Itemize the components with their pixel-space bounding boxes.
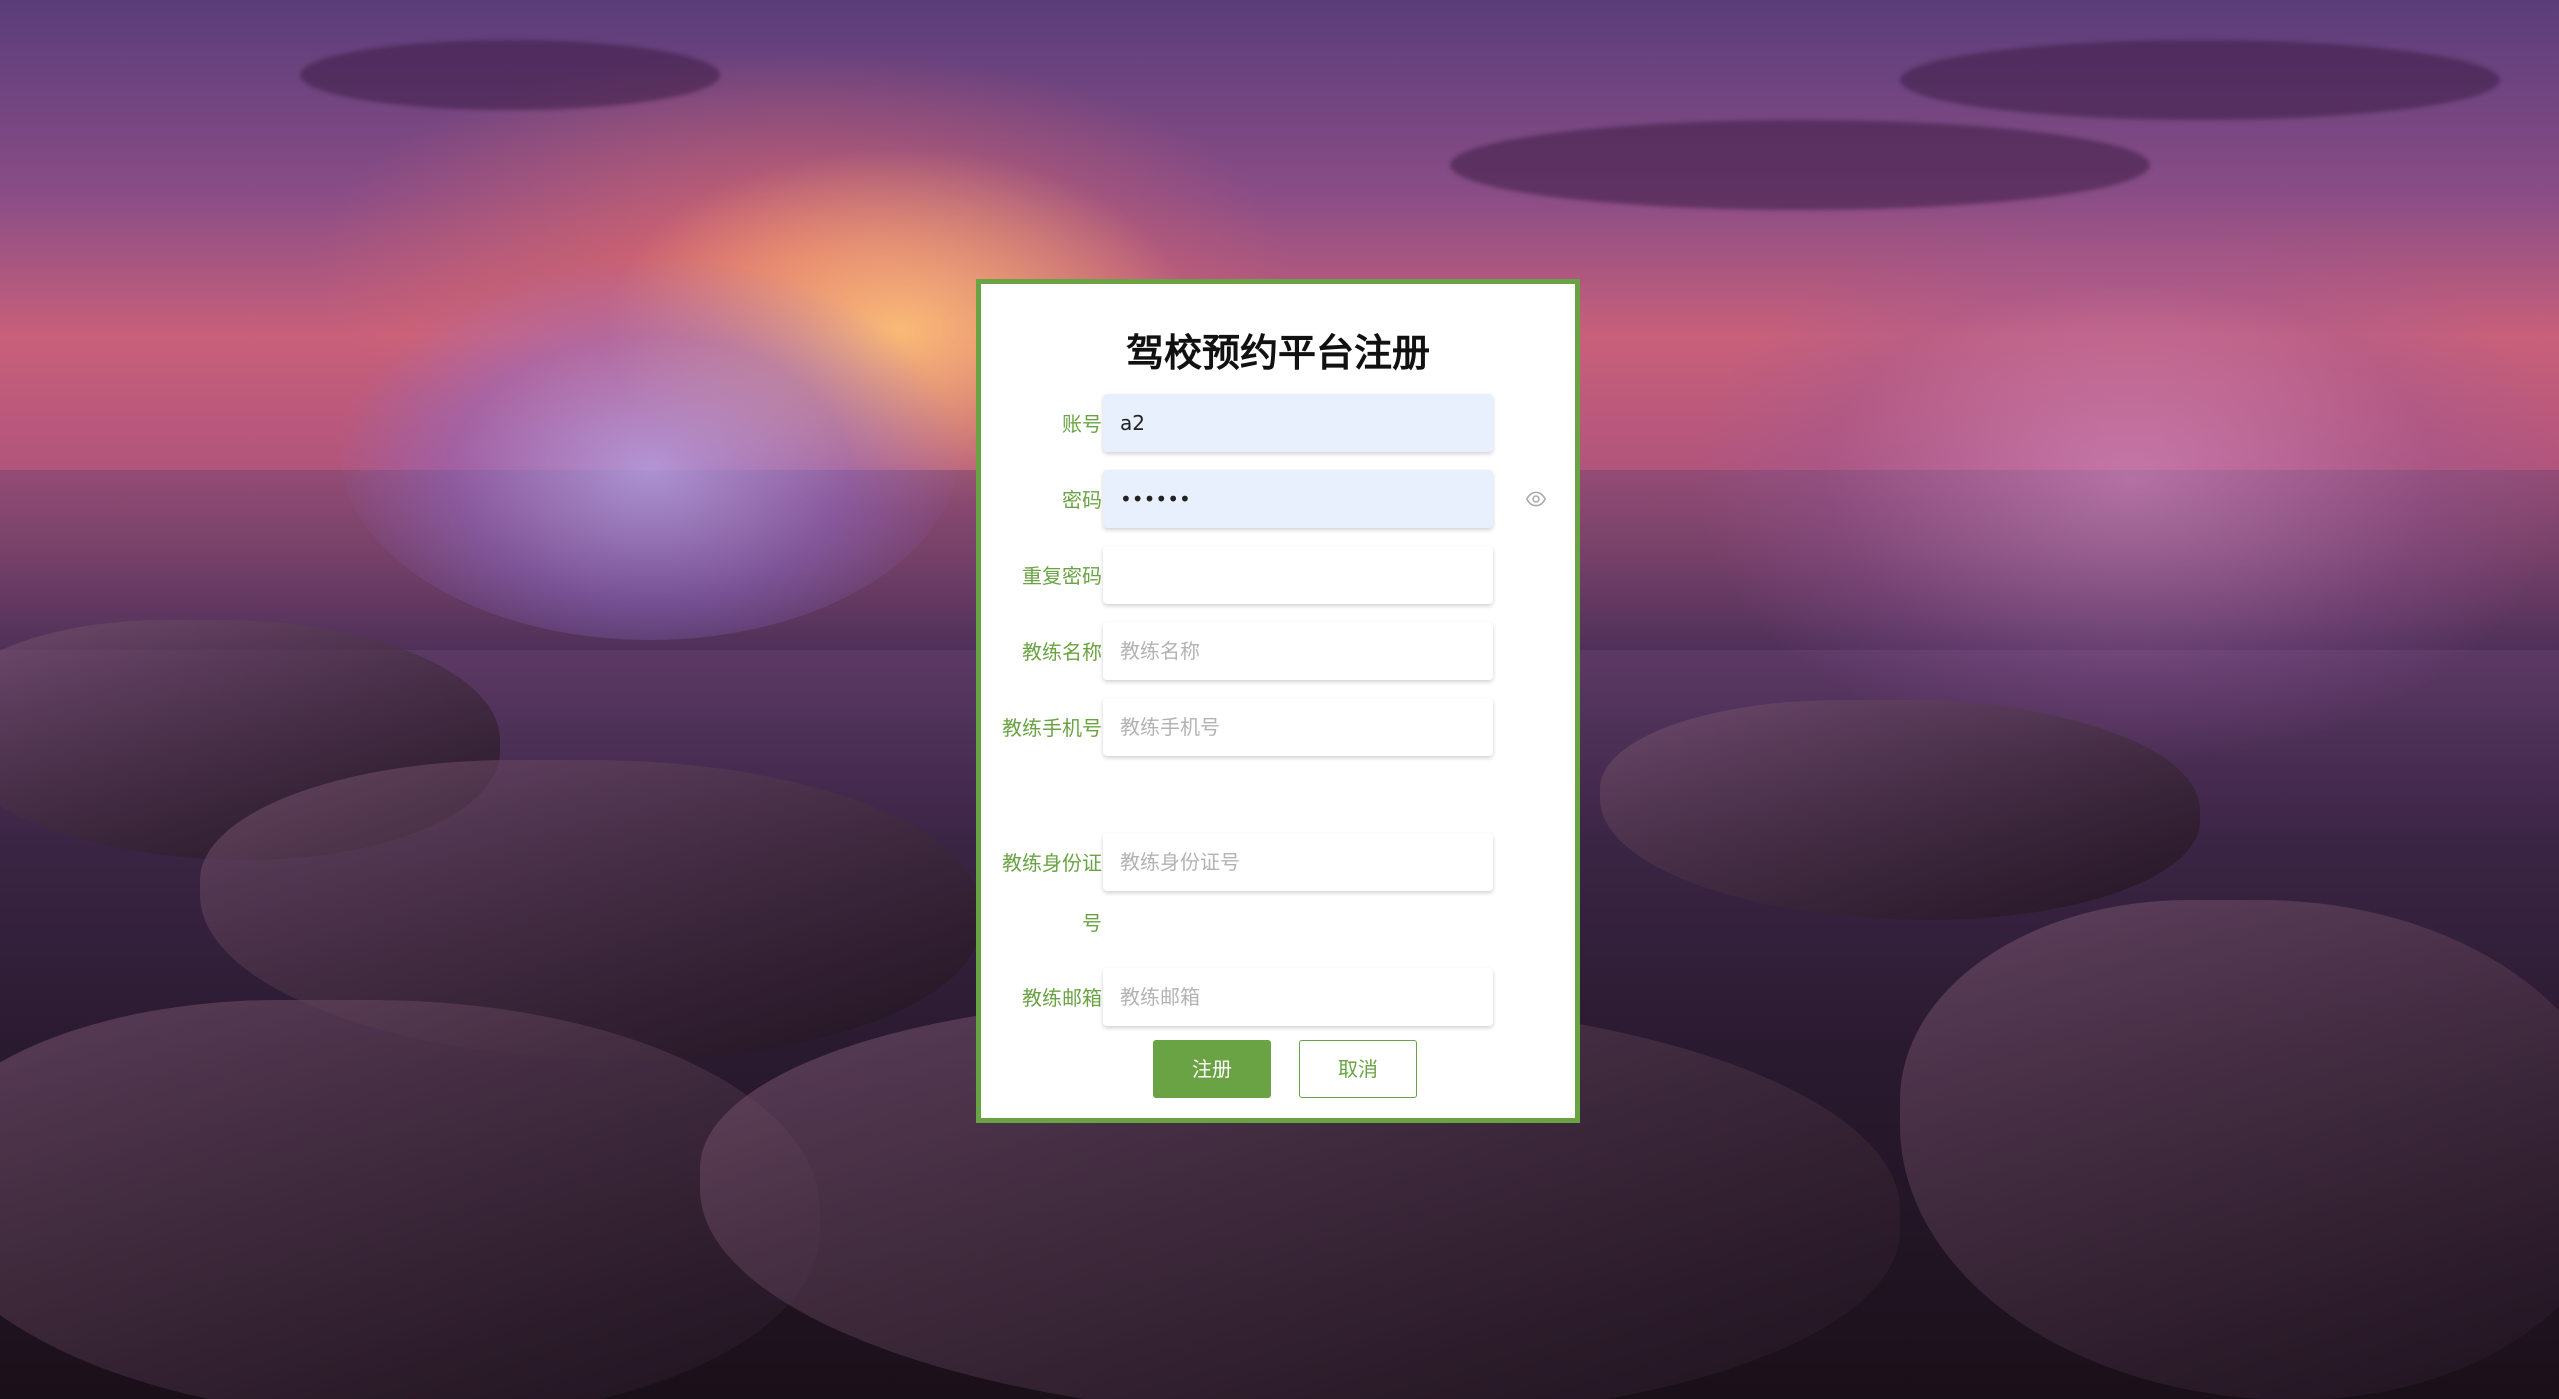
password-label: 密码 bbox=[1062, 488, 1102, 512]
rock bbox=[0, 1000, 820, 1399]
coach-phone-placeholder: 教练手机号 bbox=[1120, 715, 1220, 739]
mist bbox=[1700, 200, 2559, 760]
coach-phone-input[interactable]: 教练手机号 bbox=[1103, 698, 1493, 756]
eye-icon[interactable] bbox=[1526, 489, 1546, 509]
coach-id-placeholder: 教练身份证号 bbox=[1120, 850, 1240, 874]
rock bbox=[1600, 700, 2200, 920]
coach-phone-label: 教练手机号 bbox=[1002, 716, 1102, 740]
cancel-button[interactable]: 取消 bbox=[1299, 1040, 1417, 1098]
cloud bbox=[1450, 120, 2150, 210]
coach-id-label: 教练身份证号 bbox=[1002, 851, 1102, 935]
password-input[interactable]: •••••• bbox=[1103, 470, 1493, 528]
wave-spray bbox=[340, 260, 960, 640]
coach-name-label: 教练名称 bbox=[1022, 640, 1102, 664]
coach-email-input[interactable]: 教练邮箱 bbox=[1103, 968, 1493, 1026]
rock bbox=[1900, 900, 2559, 1399]
register-card: 驾校预约平台注册 账号 a2 密码 •••••• 重复密码 教练名称 教练名称 … bbox=[976, 279, 1580, 1123]
repeat-password-input[interactable] bbox=[1103, 546, 1493, 604]
cloud bbox=[300, 40, 720, 110]
coach-email-label: 教练邮箱 bbox=[1022, 986, 1102, 1010]
coach-name-placeholder: 教练名称 bbox=[1120, 639, 1200, 663]
coach-id-input[interactable]: 教练身份证号 bbox=[1103, 833, 1493, 891]
form-title: 驾校预约平台注册 bbox=[1125, 331, 1430, 375]
register-button[interactable]: 注册 bbox=[1153, 1040, 1271, 1098]
repeat-password-label: 重复密码 bbox=[1022, 564, 1102, 588]
coach-email-placeholder: 教练邮箱 bbox=[1120, 985, 1200, 1009]
password-value: •••••• bbox=[1120, 487, 1191, 511]
account-input[interactable]: a2 bbox=[1103, 394, 1493, 452]
cloud bbox=[1900, 40, 2500, 120]
account-label: 账号 bbox=[1062, 412, 1102, 436]
coach-name-input[interactable]: 教练名称 bbox=[1103, 622, 1493, 680]
account-value: a2 bbox=[1120, 411, 1145, 435]
